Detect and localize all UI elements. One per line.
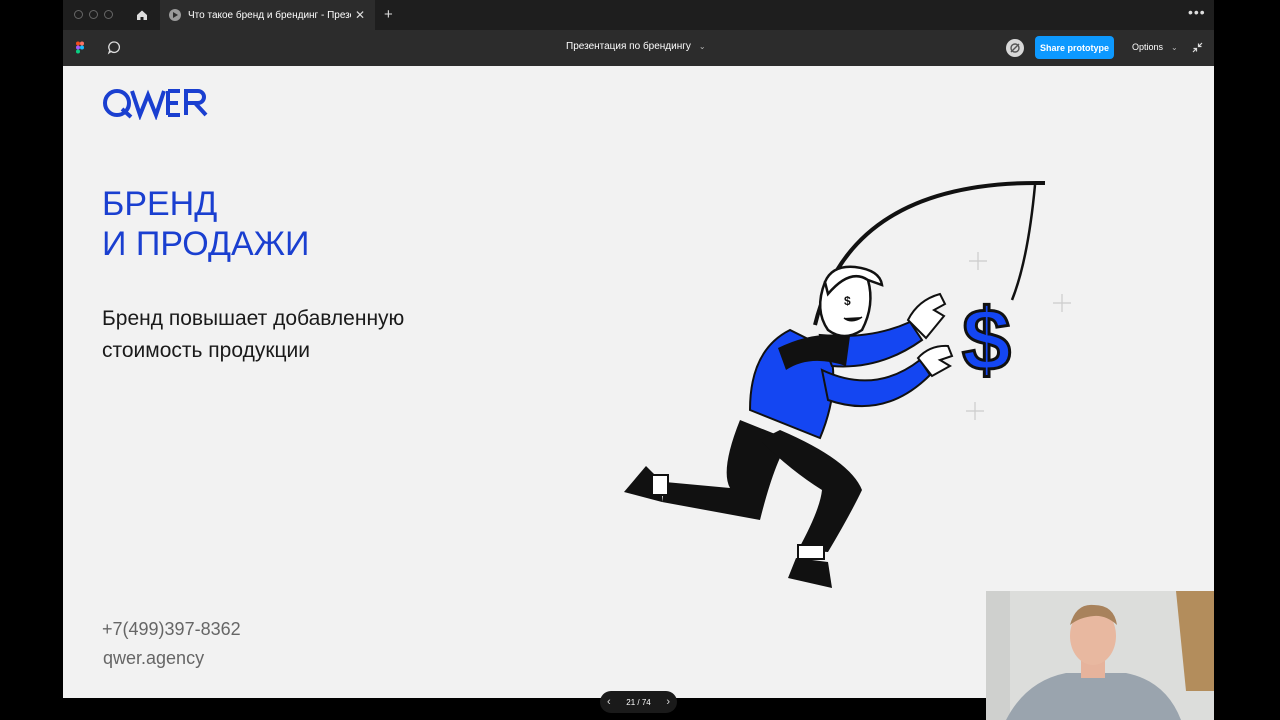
tab-title: Что такое бренд и брендинг - Презентация… [188, 9, 351, 21]
close-tab-icon[interactable]: ✕ [355, 8, 365, 22]
sync-icon [1010, 43, 1020, 53]
dollar-icon: $ [962, 290, 1011, 389]
webcam-overlay [986, 591, 1214, 720]
collapse-icon[interactable] [1192, 42, 1203, 53]
window-maximize-dot[interactable] [104, 10, 113, 19]
heading-line-2: И ПРОДАЖИ [102, 225, 310, 263]
figma-logo-icon[interactable] [76, 41, 84, 54]
chevron-right-icon[interactable]: › [666, 696, 670, 708]
chevron-left-icon[interactable]: ‹ [607, 696, 611, 708]
svg-text:$: $ [844, 294, 851, 308]
comment-icon[interactable] [107, 40, 122, 55]
chevron-down-icon: ⌄ [1171, 43, 1178, 52]
slide-navigation: ‹ 21 / 74 › [600, 691, 677, 713]
plus-icon[interactable]: + [384, 6, 393, 23]
window-minimize-dot[interactable] [89, 10, 98, 19]
chasing-money-illustration: $ $ [624, 180, 1071, 588]
user-avatar[interactable] [1006, 39, 1024, 57]
slide-counter: 21 / 74 [626, 697, 651, 707]
document-tab[interactable]: Что такое бренд и брендинг - Презентация… [160, 0, 375, 30]
contact-phone: +7(499)397-8362 [102, 619, 241, 639]
share-prototype-button[interactable]: Share prototype [1035, 36, 1114, 59]
more-icon[interactable]: ••• [1188, 4, 1206, 20]
slide-heading: БРЕНД И ПРОДАЖИ [102, 184, 310, 264]
play-icon [169, 9, 181, 21]
presenter-video [986, 591, 1214, 720]
qwer-logo [103, 89, 208, 120]
heading-line-1: БРЕНД [102, 185, 218, 223]
file-title-text: Презентация по брендингу [566, 41, 691, 52]
home-icon [137, 10, 147, 20]
fishing-line [1010, 184, 1037, 301]
file-title[interactable]: Презентация по брендингу ⌄ [566, 41, 706, 52]
contact-website: qwer.agency [103, 648, 205, 668]
window-controls [74, 10, 113, 19]
options-menu[interactable]: Options ⌄ [1132, 42, 1178, 52]
window-close-dot[interactable] [74, 10, 83, 19]
slide-body-text: Бренд повышает добавленную стоимость про… [102, 307, 405, 362]
options-label: Options [1132, 42, 1164, 52]
chevron-down-icon: ⌄ [698, 42, 706, 51]
home-tab[interactable] [126, 0, 158, 30]
